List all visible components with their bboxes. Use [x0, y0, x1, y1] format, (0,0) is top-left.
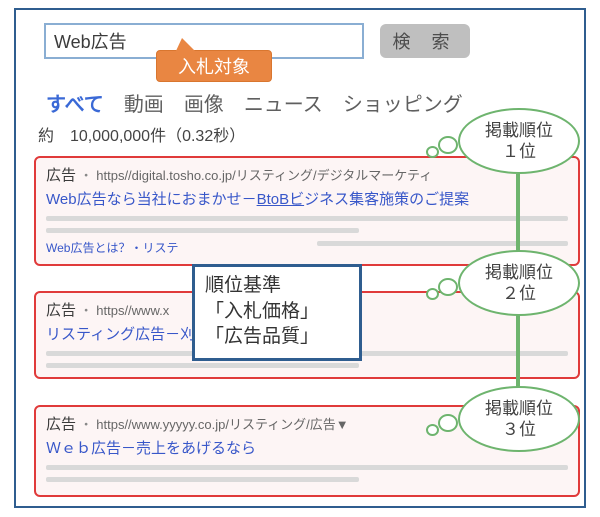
placeholder-line	[317, 241, 568, 246]
diagram-frame: Web広告 検 索 入札対象 すべて 動画 画像 ニュース ショッピング 約 1…	[14, 8, 586, 508]
criteria-line: 「広告品質」	[205, 324, 349, 350]
placeholder-line	[46, 477, 359, 482]
ad-url: https//www.yyyyy.co.jp/リスティング/広告▼	[96, 417, 348, 432]
search-button[interactable]: 検 索	[380, 24, 470, 58]
ad-url: https//www.x	[96, 303, 169, 318]
ad-url: https//digital.tosho.co.jp/リスティング/デジタルマー…	[96, 168, 432, 183]
ad-title[interactable]: Web広告なら当社におまかせ－BtoBビジネス集客施策のご提案	[46, 188, 568, 209]
tab-image[interactable]: 画像	[184, 88, 224, 117]
ad-sublink[interactable]: Web広告とは？・リステ	[46, 239, 178, 256]
ad-tag: 広告	[46, 416, 76, 433]
ranking-criteria-box: 順位基準 「入札価格」 「広告品質」	[192, 264, 362, 361]
placeholder-line	[46, 216, 568, 221]
rank-bubble-1: 掲載順位 １位	[458, 108, 580, 174]
criteria-line: 「入札価格」	[205, 299, 349, 325]
ad-tag: 広告	[46, 302, 76, 319]
results-count: 約 10,000,000件（0.32秒）	[38, 122, 245, 146]
tab-shopping[interactable]: ショッピング	[343, 88, 463, 117]
criteria-heading: 順位基準	[205, 273, 349, 299]
placeholder-line	[46, 363, 359, 368]
ad-tag: 広告	[46, 167, 76, 184]
rank-bubble-3: 掲載順位 ３位	[458, 386, 580, 452]
tab-all[interactable]: すべて	[46, 88, 104, 117]
search-tabs: すべて 動画 画像 ニュース ショッピング	[46, 88, 463, 117]
tab-video[interactable]: 動画	[124, 88, 164, 117]
placeholder-line	[46, 228, 359, 233]
tab-news[interactable]: ニュース	[244, 88, 323, 117]
rank-bubble-2: 掲載順位 ２位	[458, 250, 580, 316]
placeholder-line	[46, 465, 568, 470]
callout-bid-target: 入札対象	[156, 50, 272, 82]
ad-result-1: 広告 ・ https//digital.tosho.co.jp/リスティング/デ…	[34, 156, 580, 266]
